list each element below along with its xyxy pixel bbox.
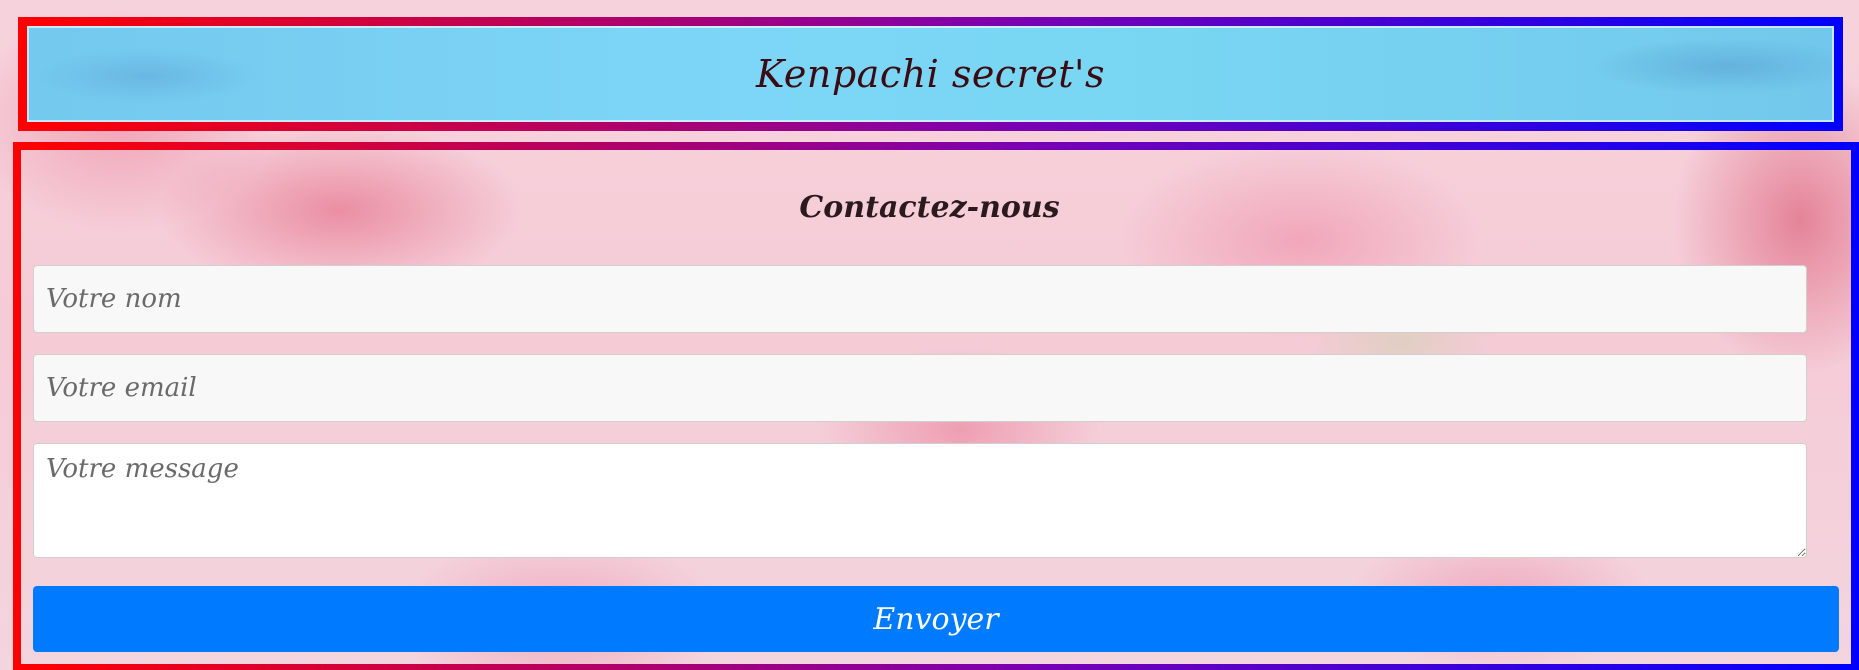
header-frame: Kenpachi secret's xyxy=(18,17,1843,131)
contact-border-bottom xyxy=(13,664,1859,670)
message-textarea[interactable] xyxy=(33,443,1807,558)
contact-border-top xyxy=(13,142,1859,150)
send-button[interactable]: Envoyer xyxy=(33,586,1839,652)
site-title: Kenpachi secret's xyxy=(756,52,1105,96)
header-banner: Kenpachi secret's xyxy=(27,26,1834,122)
contact-title: Contactez-nous xyxy=(799,190,1060,225)
name-input[interactable] xyxy=(33,265,1807,333)
email-input[interactable] xyxy=(33,354,1807,422)
